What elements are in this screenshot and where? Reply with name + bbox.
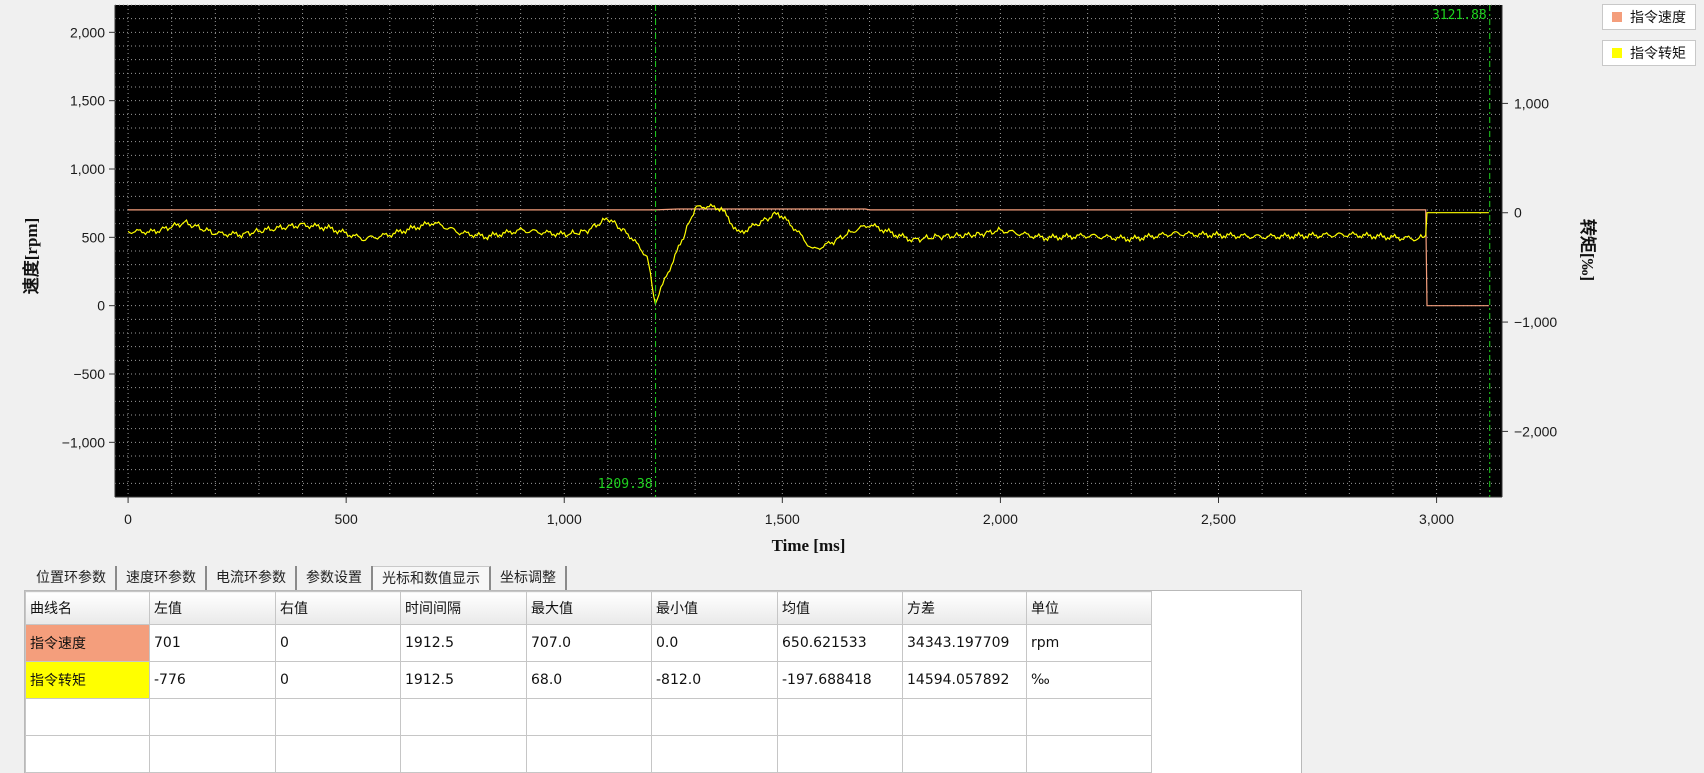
legend-swatch bbox=[1612, 48, 1622, 58]
table-cell-empty[interactable] bbox=[526, 698, 652, 736]
table-cell[interactable]: 0 bbox=[275, 624, 401, 662]
tab-axis-adjust[interactable]: 坐标调整 bbox=[491, 566, 567, 590]
column-header[interactable]: 曲线名 bbox=[25, 591, 150, 625]
y2-axis-title: 转矩[‰] bbox=[1578, 219, 1598, 281]
table-cell[interactable]: 650.621533 bbox=[777, 624, 903, 662]
legend-item-torque[interactable]: 指令转矩 bbox=[1602, 40, 1696, 66]
y2-tick-label: −2,000 bbox=[1514, 423, 1557, 439]
legend-swatch bbox=[1612, 12, 1622, 22]
x-tick-label: 2,500 bbox=[1201, 511, 1236, 527]
tab-bar: 位置环参数 速度环参数 电流环参数 参数设置 光标和数值显示 坐标调整 bbox=[24, 566, 567, 591]
cursor-right-label: 3121.88 bbox=[1432, 8, 1487, 23]
table-cell-empty[interactable] bbox=[526, 735, 652, 773]
y2-tick-label: 0 bbox=[1514, 205, 1522, 221]
table-cell-empty[interactable] bbox=[1026, 735, 1152, 773]
table-cell-empty[interactable] bbox=[777, 698, 903, 736]
table-cell-empty[interactable] bbox=[902, 698, 1027, 736]
table-cell[interactable]: -197.688418 bbox=[777, 661, 903, 699]
column-header[interactable]: 右值 bbox=[275, 591, 401, 625]
legend-label: 指令速度 bbox=[1630, 10, 1686, 26]
column-header[interactable]: 均值 bbox=[777, 591, 903, 625]
x-axis-title: Time [ms] bbox=[772, 536, 846, 555]
x-tick-label: 500 bbox=[334, 511, 358, 527]
table-cell[interactable]: 14594.057892 bbox=[902, 661, 1027, 699]
column-header[interactable]: 单位 bbox=[1026, 591, 1152, 625]
table-cell[interactable]: -776 bbox=[149, 661, 276, 699]
legend-label: 指令转矩 bbox=[1630, 46, 1686, 62]
tab-position-loop[interactable]: 位置环参数 bbox=[24, 566, 117, 590]
x-tick-label: 2,000 bbox=[983, 511, 1018, 527]
table-cell-empty[interactable] bbox=[651, 735, 778, 773]
table-cell-empty[interactable] bbox=[275, 735, 401, 773]
x-tick-label: 1,000 bbox=[547, 511, 582, 527]
y-tick-label: −1,000 bbox=[62, 434, 105, 450]
x-tick-label: 1,500 bbox=[765, 511, 800, 527]
table-cell[interactable]: 0 bbox=[275, 661, 401, 699]
table-cell[interactable]: ‰ bbox=[1026, 661, 1152, 699]
table-row[interactable]: 指令转矩 -776 0 1912.5 68.0 -812.0 -197.6884… bbox=[25, 661, 1152, 699]
column-header[interactable]: 时间间隔 bbox=[400, 591, 527, 625]
y-tick-label: 1,000 bbox=[70, 161, 105, 177]
y-tick-label: 0 bbox=[97, 298, 105, 314]
curve-name-cell[interactable]: 指令速度 bbox=[25, 624, 150, 662]
table-cell-empty[interactable] bbox=[777, 735, 903, 773]
y-tick-label: 1,500 bbox=[70, 93, 105, 109]
table-cell-empty[interactable] bbox=[149, 735, 276, 773]
table-cell[interactable]: 707.0 bbox=[526, 624, 652, 662]
table-header-row: 曲线名 左值 右值 时间间隔 最大值 最小值 均值 方差 单位 bbox=[25, 591, 1152, 625]
column-header[interactable]: 左值 bbox=[149, 591, 276, 625]
cursor-left-label: 1209.38 bbox=[598, 477, 653, 492]
column-header[interactable]: 方差 bbox=[902, 591, 1027, 625]
y-tick-label: 500 bbox=[82, 229, 106, 245]
table-cell-empty[interactable] bbox=[1026, 698, 1152, 736]
table-cell[interactable]: 68.0 bbox=[526, 661, 652, 699]
table-cell[interactable]: 1912.5 bbox=[400, 661, 527, 699]
table-cell[interactable]: 1912.5 bbox=[400, 624, 527, 662]
y-axis-title: 速度[rpm] bbox=[21, 218, 41, 294]
table-cell-empty[interactable] bbox=[275, 698, 401, 736]
tab-cursor-values[interactable]: 光标和数值显示 bbox=[373, 566, 491, 591]
chart-svg[interactable]: 2,000 1,500 1,000 500 0 −500 −1,000 1,000 0 −1,00… bbox=[0, 0, 1704, 560]
table-cell-empty[interactable] bbox=[25, 735, 150, 773]
table-cell[interactable]: 34343.197709 bbox=[902, 624, 1027, 662]
table-cell-empty[interactable] bbox=[25, 698, 150, 736]
tab-current-loop[interactable]: 电流环参数 bbox=[207, 566, 297, 590]
table-cell[interactable]: rpm bbox=[1026, 624, 1152, 662]
table-cell-empty[interactable] bbox=[651, 698, 778, 736]
table-cell[interactable]: 701 bbox=[149, 624, 276, 662]
y-tick-label: 2,000 bbox=[70, 24, 105, 40]
table-cell-empty[interactable] bbox=[149, 698, 276, 736]
chart-area[interactable]: 2,000 1,500 1,000 500 0 −500 −1,000 1,000 0 −1,00… bbox=[0, 0, 1704, 560]
table-cell-empty[interactable] bbox=[902, 735, 1027, 773]
table-row-empty[interactable] bbox=[25, 698, 1152, 736]
table-cell[interactable]: -812.0 bbox=[651, 661, 778, 699]
x-tick-label: 0 bbox=[124, 511, 132, 527]
curve-name-cell[interactable]: 指令转矩 bbox=[25, 661, 150, 699]
legend-item-speed[interactable]: 指令速度 bbox=[1602, 4, 1696, 30]
table-cell[interactable]: 0.0 bbox=[651, 624, 778, 662]
tab-speed-loop[interactable]: 速度环参数 bbox=[117, 566, 207, 590]
x-tick-label: 3,000 bbox=[1419, 511, 1454, 527]
table-cell-empty[interactable] bbox=[400, 735, 527, 773]
y2-tick-label: −1,000 bbox=[1514, 314, 1557, 330]
y-tick-label: −500 bbox=[73, 366, 105, 382]
app-window: 2,000 1,500 1,000 500 0 −500 −1,000 1,000 0 −1,00… bbox=[0, 0, 1704, 773]
column-header[interactable]: 最小值 bbox=[651, 591, 778, 625]
column-header[interactable]: 最大值 bbox=[526, 591, 652, 625]
tab-parameter-settings[interactable]: 参数设置 bbox=[297, 566, 373, 590]
table-cell-empty[interactable] bbox=[400, 698, 527, 736]
y2-tick-label: 1,000 bbox=[1514, 95, 1549, 111]
table-row[interactable]: 指令速度 701 0 1912.5 707.0 0.0 650.621533 3… bbox=[25, 624, 1152, 662]
data-table[interactable]: 曲线名 左值 右值 时间间隔 最大值 最小值 均值 方差 单位 指令速度 701… bbox=[24, 590, 1302, 773]
table-row-empty[interactable] bbox=[25, 735, 1152, 773]
